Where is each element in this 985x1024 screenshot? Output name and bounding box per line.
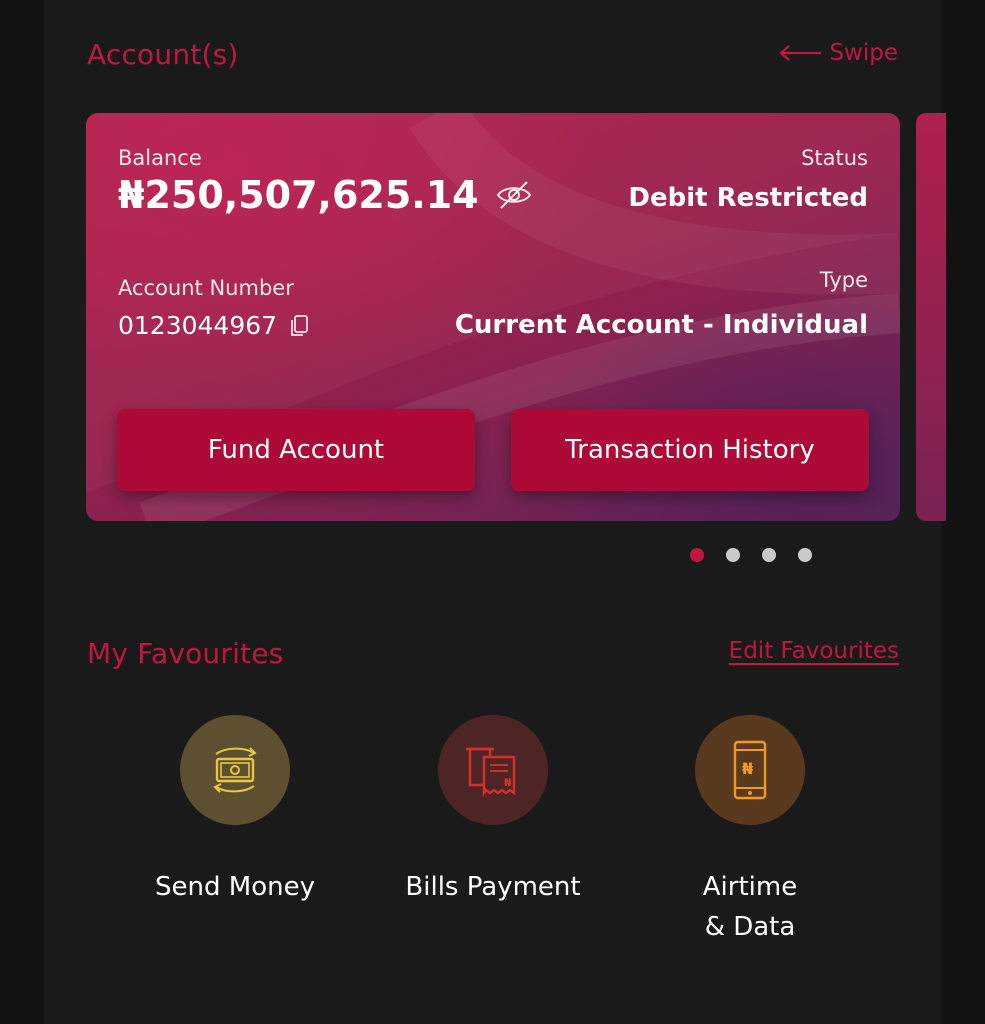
mobile-phone-icon: ₦ — [733, 740, 767, 800]
receipt-icon: ₦ — [466, 747, 516, 797]
bills-payment-label: Bills Payment — [405, 872, 581, 902]
bills-payment-icon-circle: ₦ — [438, 715, 548, 825]
send-money-icon-circle — [180, 715, 290, 825]
status-label: Status — [801, 146, 868, 170]
pager-dot[interactable] — [798, 548, 812, 562]
svg-text:₦: ₦ — [504, 776, 512, 789]
arrow-left-icon — [779, 45, 822, 61]
favourite-airtime-data[interactable]: ₦ Airtime & Data — [635, 715, 865, 947]
transaction-history-button[interactable]: Transaction History — [511, 409, 869, 491]
account-number-row: 0123044967 — [118, 311, 309, 340]
swipe-hint: Swipe — [779, 40, 898, 66]
airtime-data-icon-circle: ₦ — [695, 715, 805, 825]
balance-value: ₦250,507,625.14 — [118, 173, 479, 217]
type-label: Type — [819, 268, 868, 292]
type-value: Current Account - Individual — [454, 310, 868, 340]
account-number-label: Account Number — [118, 276, 294, 300]
next-account-card[interactable] — [916, 113, 946, 521]
favourite-send-money[interactable]: Send Money — [120, 715, 350, 907]
favourite-bills-payment[interactable]: ₦ Bills Payment — [378, 715, 608, 907]
swipe-label: Swipe — [829, 40, 898, 66]
eye-slash-icon[interactable] — [495, 180, 533, 210]
send-money-label: Send Money — [155, 872, 315, 902]
copy-icon[interactable] — [289, 314, 309, 338]
favourites-title: My Favourites — [87, 637, 284, 670]
balance-label: Balance — [118, 146, 202, 170]
airtime-data-label: Airtime & Data — [702, 872, 798, 942]
fund-account-button[interactable]: Fund Account — [117, 409, 475, 491]
accounts-title: Account(s) — [87, 38, 239, 71]
card-pager — [690, 548, 812, 562]
edit-favourites-link[interactable]: Edit Favourites — [729, 638, 899, 664]
money-transfer-icon — [213, 747, 257, 793]
pager-dot[interactable] — [726, 548, 740, 562]
account-card[interactable]: Balance ₦250,507,625.14 Status Debit Res… — [86, 113, 900, 521]
svg-text:₦: ₦ — [742, 759, 753, 778]
pager-dot[interactable] — [690, 548, 704, 562]
account-number-value: 0123044967 — [118, 311, 278, 340]
pager-dot[interactable] — [762, 548, 776, 562]
status-value: Debit Restricted — [628, 183, 868, 213]
balance-row: ₦250,507,625.14 — [118, 173, 533, 217]
